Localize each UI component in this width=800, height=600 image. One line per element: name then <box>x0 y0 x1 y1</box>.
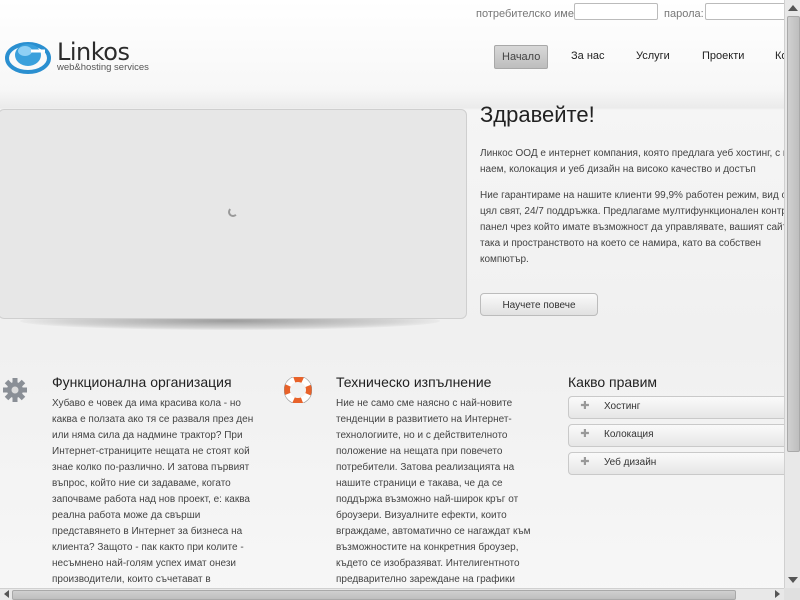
scroll-down-arrow-icon[interactable] <box>788 577 798 583</box>
nav-item-projects[interactable]: Проекти <box>702 45 744 67</box>
welcome-paragraph: Ние гарантираме на нашите клиенти 99,9% … <box>480 190 784 265</box>
welcome-text: Линкос ООД е интернет компания, която пр… <box>480 146 784 278</box>
welcome-paragraph: Линкос ООД е интернет компания, която пр… <box>480 148 784 175</box>
page: потребителско име: парола: Linkos web&ho… <box>0 0 784 588</box>
gear-icon <box>3 378 27 402</box>
loading-spinner-icon <box>228 207 238 217</box>
password-input[interactable] <box>705 3 784 20</box>
nav-item-contacts[interactable]: Ко <box>775 45 784 67</box>
scroll-up-arrow-icon[interactable] <box>788 5 798 11</box>
column-paragraph: Ние не само сме наясно с най-новите тенд… <box>336 398 531 585</box>
horizontal-scrollbar[interactable] <box>0 588 784 600</box>
plus-icon: ✚ <box>580 456 590 468</box>
column-title-technical: Техническо изпълнение <box>336 374 492 390</box>
scroll-left-arrow-icon[interactable] <box>4 590 9 598</box>
accordion-item-hosting[interactable]: ✚ Хостинг <box>568 396 784 419</box>
lifebuoy-icon <box>284 377 312 403</box>
plus-icon: ✚ <box>580 428 590 440</box>
horizontal-scroll-thumb[interactable] <box>12 590 736 600</box>
username-label: потребителско име: <box>476 8 578 20</box>
nav-item-home[interactable]: Начало <box>494 45 549 69</box>
column-text-technical: Ние не само сме наясно с най-новите тенд… <box>336 396 546 588</box>
welcome-title: Здравейте! <box>480 102 595 127</box>
accordion-item-webdesign[interactable]: ✚ Уеб дизайн <box>568 452 784 475</box>
accordion-item-colocation[interactable]: ✚ Колокация <box>568 424 784 447</box>
plus-icon: ✚ <box>580 400 590 412</box>
scrollbar-corner <box>784 588 800 600</box>
password-label: парола: <box>664 8 704 20</box>
services-accordion: ✚ Хостинг ✚ Колокация ✚ Уеб дизайн <box>568 396 784 480</box>
column-text-organization: Хубаво е човек да има красива кола - но … <box>52 396 257 588</box>
nav-item-about[interactable]: За нас <box>571 45 605 67</box>
services-title: Какво правим <box>568 374 658 390</box>
vertical-scrollbar[interactable] <box>784 0 800 588</box>
column-title-organization: Функционална организация <box>52 374 232 390</box>
nav-item-services[interactable]: Услуги <box>636 45 670 67</box>
accordion-item-label: Уеб дизайн <box>604 457 657 468</box>
scroll-right-arrow-icon[interactable] <box>775 590 780 598</box>
linkos-swirl-icon <box>5 42 51 74</box>
vertical-scroll-thumb[interactable] <box>787 16 800 452</box>
learn-more-button[interactable]: Научете повече <box>480 293 598 316</box>
username-input[interactable] <box>574 3 658 20</box>
accordion-item-label: Хостинг <box>604 401 641 412</box>
accordion-item-label: Колокация <box>604 429 654 440</box>
logo-tagline: web&hosting services <box>57 62 149 73</box>
column-paragraph: Хубаво е човек да има красива кола - но … <box>52 398 254 585</box>
